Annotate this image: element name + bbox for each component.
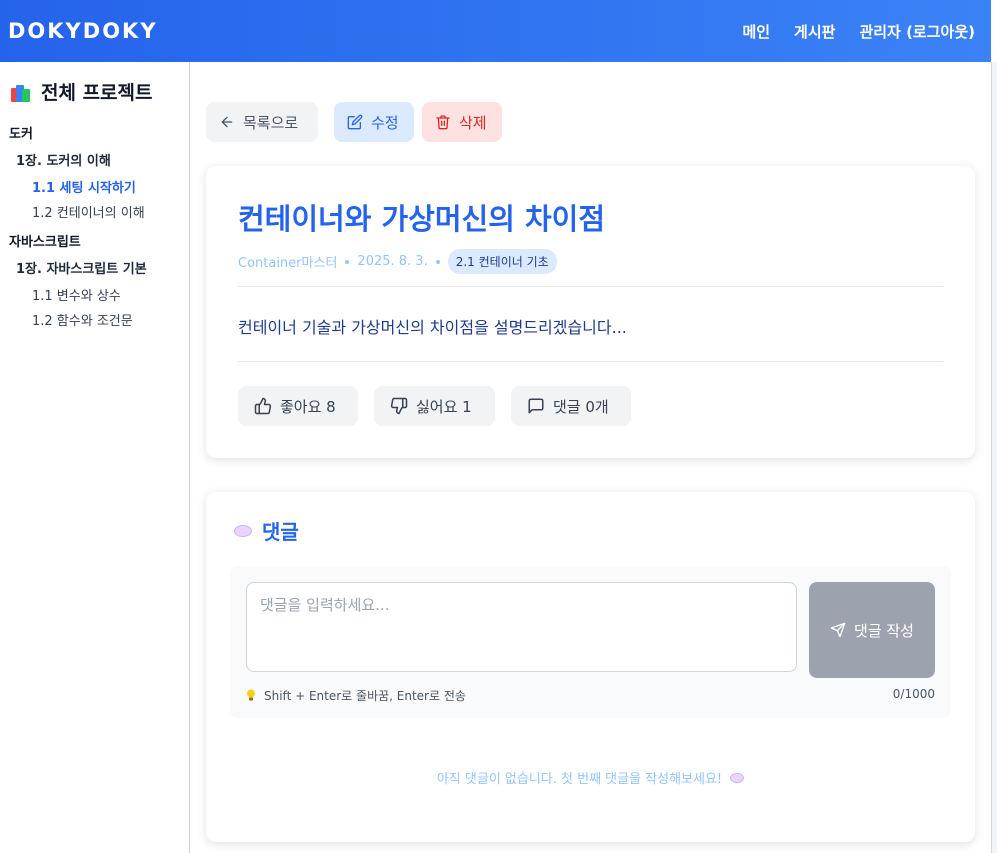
sidebar-chapter-docker-1[interactable]: 1장. 도커의 이해 bbox=[16, 150, 189, 169]
nav-board[interactable]: 게시판 bbox=[794, 21, 835, 42]
send-icon bbox=[830, 622, 846, 638]
thumbs-up-icon bbox=[254, 397, 272, 415]
comment-submit-button[interactable]: 댓글 작성 bbox=[809, 582, 935, 678]
sidebar-section-variables[interactable]: 1.1 변수와 상수 bbox=[32, 285, 189, 304]
post-title: 컨테이너와 가상머신의 차이점 bbox=[238, 202, 606, 236]
comment-hint: Shift + Enter로 줄바꿈, Enter로 전송 bbox=[246, 687, 466, 704]
meta-separator bbox=[345, 259, 350, 264]
back-label: 목록으로 bbox=[243, 113, 299, 132]
edit-label: 수정 bbox=[371, 113, 399, 132]
dislike-label: 싫어요 1 bbox=[416, 397, 472, 416]
sidebar-title: 전체 프로젝트 bbox=[11, 78, 189, 105]
post-tag[interactable]: 2.1 컨테이너 기초 bbox=[447, 249, 557, 274]
back-to-list-button[interactable]: 목록으로 bbox=[206, 102, 318, 142]
post-card: 컨테이너와 가상머신의 차이점 Container마스터 2025. 8. 3.… bbox=[206, 166, 975, 458]
speech-bubble-icon bbox=[730, 772, 745, 783]
comment-submit-label: 댓글 작성 bbox=[854, 621, 914, 640]
sidebar-section-functions[interactable]: 1.2 함수와 조건문 bbox=[32, 310, 189, 329]
nav-admin-logout[interactable]: 관리자 (로그아웃) bbox=[859, 21, 975, 42]
comment-icon bbox=[527, 397, 545, 415]
divider bbox=[238, 361, 943, 362]
nav-main[interactable]: 메인 bbox=[742, 21, 770, 42]
sidebar: 전체 프로젝트 도커 1장. 도커의 이해 1.1 세팅 시작하기 1.2 컨테… bbox=[0, 62, 190, 853]
sidebar-section-container[interactable]: 1.2 컨테이너의 이해 bbox=[32, 202, 189, 221]
books-icon bbox=[11, 82, 33, 102]
sidebar-category-javascript[interactable]: 자바스크립트 bbox=[9, 231, 189, 250]
thumbs-down-icon bbox=[390, 397, 408, 415]
comment-char-count: 0/1000 bbox=[892, 687, 935, 701]
top-header: DOKYDOKY 메인 게시판 관리자 (로그아웃) bbox=[0, 0, 991, 62]
sidebar-category-docker[interactable]: 도커 bbox=[9, 123, 189, 142]
delete-button[interactable]: 삭제 bbox=[422, 102, 502, 142]
dislike-button[interactable]: 싫어요 1 bbox=[374, 386, 495, 426]
trash-icon bbox=[435, 114, 451, 130]
sidebar-title-label: 전체 프로젝트 bbox=[41, 82, 153, 104]
comment-section-title: 댓글 bbox=[234, 516, 299, 545]
empty-comments-text: 아직 댓글이 없습니다. 첫 번째 댓글을 작성해보세요! bbox=[436, 772, 723, 787]
post-author: Container마스터 bbox=[238, 256, 338, 271]
comment-input[interactable] bbox=[246, 582, 797, 672]
meta-separator bbox=[435, 259, 440, 264]
sidebar-chapter-javascript-1[interactable]: 1장. 자바스크립트 기본 bbox=[16, 258, 189, 277]
like-button[interactable]: 좋아요 8 bbox=[238, 386, 358, 426]
comment-form: 댓글 작성 Shift + Enter로 줄바꿈, Enter로 전송 0/10… bbox=[230, 566, 951, 718]
comment-hint-text: Shift + Enter로 줄바꿈, Enter로 전송 bbox=[264, 689, 466, 703]
empty-comments-message: 아직 댓글이 없습니다. 첫 번째 댓글을 작성해보세요! bbox=[206, 768, 975, 787]
divider bbox=[238, 286, 943, 287]
top-nav: 메인 게시판 관리자 (로그아웃) bbox=[742, 21, 975, 42]
like-label: 좋아요 8 bbox=[280, 397, 336, 416]
delete-label: 삭제 bbox=[459, 113, 487, 132]
post-content: 컨테이너 기술과 가상머신의 차이점을 설명드리겠습니다... bbox=[238, 318, 627, 337]
speech-bubble-icon bbox=[234, 524, 252, 537]
scrollbar[interactable] bbox=[991, 62, 997, 853]
post-meta: Container마스터 2025. 8. 3. 2.1 컨테이너 기초 bbox=[238, 249, 557, 274]
comment-title-label: 댓글 bbox=[262, 520, 299, 544]
comment-count-button[interactable]: 댓글 0개 bbox=[511, 386, 631, 426]
site-logo[interactable]: DOKYDOKY bbox=[8, 19, 158, 43]
arrow-left-icon bbox=[219, 114, 235, 130]
edit-button[interactable]: 수정 bbox=[334, 102, 414, 142]
edit-icon bbox=[347, 114, 363, 130]
comment-count-label: 댓글 0개 bbox=[553, 397, 609, 416]
sidebar-section-setup[interactable]: 1.1 세팅 시작하기 bbox=[32, 177, 189, 196]
comment-card: 댓글 댓글 작성 Shift + Enter로 줄바꿈, Enter로 전송 0… bbox=[206, 492, 975, 842]
post-date: 2025. 8. 3. bbox=[357, 254, 428, 269]
lightbulb-icon bbox=[246, 689, 256, 702]
